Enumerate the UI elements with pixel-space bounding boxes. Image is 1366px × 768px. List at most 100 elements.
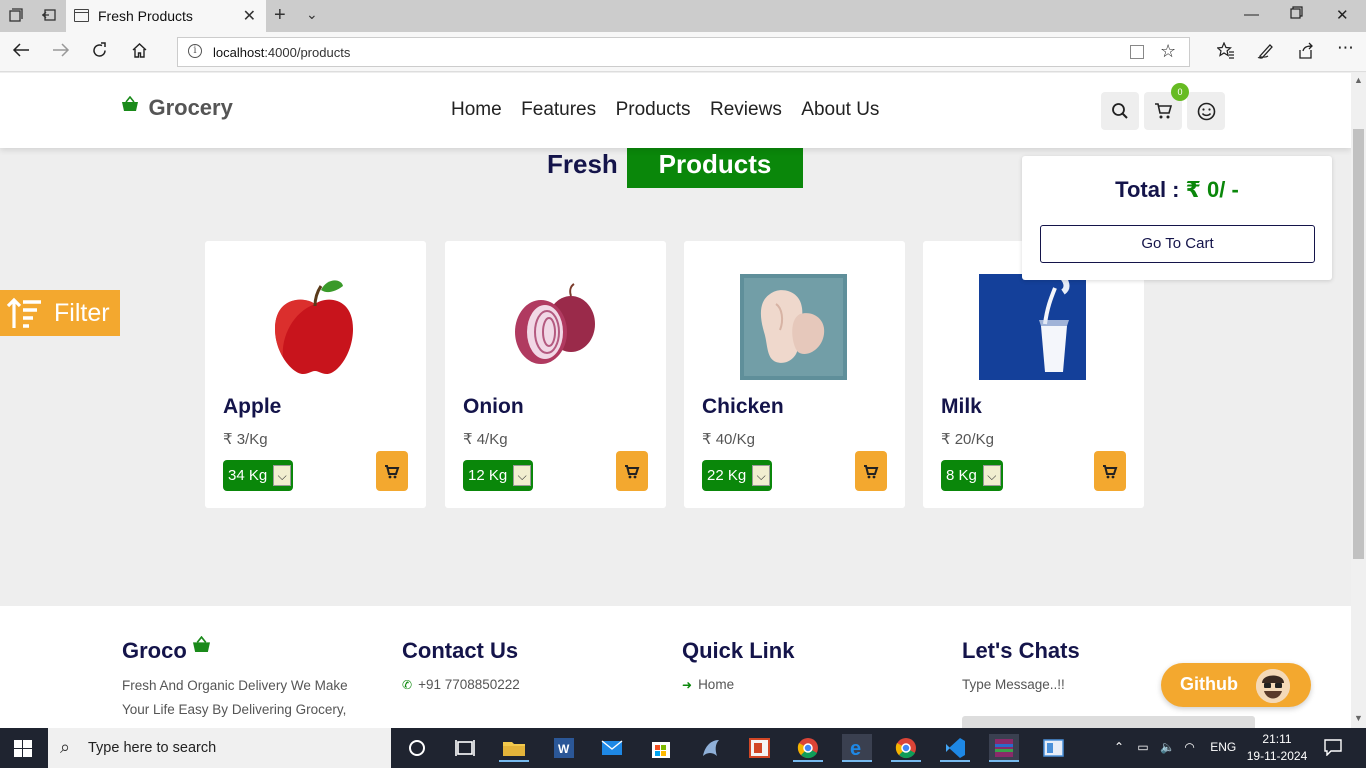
site-logo[interactable]: Grocery	[122, 95, 233, 121]
scrollbar-thumb[interactable]	[1353, 129, 1364, 559]
page-content: Grocery Home Features Products Reviews A…	[0, 73, 1351, 728]
windows-start-icon[interactable]	[14, 740, 32, 762]
chrome-profile-icon[interactable]	[891, 734, 921, 762]
svg-text:W: W	[558, 742, 570, 756]
language-indicator[interactable]: ENG	[1210, 740, 1236, 754]
taskbar-search[interactable]: ⌕ Type here to search	[48, 728, 391, 768]
nav-products[interactable]: Products	[616, 99, 691, 120]
reading-view-icon[interactable]	[1130, 45, 1144, 59]
forward-icon[interactable]	[52, 42, 70, 63]
add-to-cart-button[interactable]	[1094, 451, 1126, 491]
task-view-icon[interactable]	[450, 734, 480, 762]
page-icon	[74, 9, 89, 22]
powerpoint-icon[interactable]	[744, 734, 774, 762]
filter-button[interactable]: Filter	[0, 290, 120, 336]
go-to-cart-button[interactable]: Go To Cart	[1040, 225, 1315, 263]
arrow-right-icon: ➜	[682, 678, 693, 692]
favorite-star-icon[interactable]: ☆	[1160, 41, 1176, 62]
message-textarea[interactable]	[962, 716, 1255, 728]
new-tab-icon[interactable]: +	[274, 4, 286, 27]
product-card-onion: Onion ₹ 4/Kg 12 Kg ⌵	[445, 241, 666, 508]
volume-icon[interactable]: 🔈	[1160, 740, 1175, 754]
cortana-icon[interactable]	[402, 734, 432, 762]
product-price: ₹ 4/Kg	[463, 431, 508, 448]
total-label: Total :	[1115, 177, 1180, 202]
clock-date: 19-11-2024	[1246, 749, 1308, 763]
wifi-icon[interactable]: ◠	[1184, 740, 1194, 754]
share-icon[interactable]	[1297, 42, 1315, 64]
cart-icon	[1155, 103, 1173, 119]
milk-image	[979, 271, 1086, 380]
contact-phone[interactable]: ✆ +91 7708850222	[402, 677, 520, 692]
refresh-icon[interactable]	[91, 42, 108, 64]
tab-title: Fresh Products	[98, 8, 193, 24]
address-bar[interactable]: i localhost:4000/products ☆	[177, 37, 1190, 67]
chat-input[interactable]: Type Message..!!	[962, 677, 1080, 692]
browser-tab-bar: Fresh Products ✕ + ⌄ — ✕	[0, 0, 1366, 32]
more-options-icon[interactable]: ⋯	[1337, 38, 1354, 58]
vscode-icon[interactable]	[940, 734, 970, 762]
home-icon[interactable]	[131, 42, 148, 64]
cart-icon	[864, 465, 879, 479]
quantity-select[interactable]: 8 Kg ⌵	[941, 460, 1003, 491]
clock[interactable]: 21:11 19-11-2024	[1244, 731, 1310, 765]
add-to-cart-button[interactable]	[376, 451, 408, 491]
user-button[interactable]	[1187, 92, 1225, 130]
filter-label: Filter	[54, 299, 110, 327]
site-info-icon[interactable]: i	[188, 44, 202, 58]
set-aside-tabs-icon[interactable]	[40, 8, 56, 24]
tab-actions-icon[interactable]	[8, 8, 24, 24]
site-footer: Groco Fresh And Organic Delivery We Make…	[0, 606, 1351, 728]
quantity-select[interactable]: 12 Kg ⌵	[463, 460, 534, 491]
restore-icon[interactable]	[1290, 6, 1303, 23]
search-placeholder: Type here to search	[88, 740, 217, 756]
word-icon[interactable]: W	[548, 734, 578, 762]
favorites-icon[interactable]	[1216, 41, 1235, 64]
footer-brand: Groco	[122, 638, 187, 663]
notes-pen-icon[interactable]	[1257, 42, 1275, 64]
quantity-value: 22 Kg	[707, 467, 747, 484]
nav-home[interactable]: Home	[451, 99, 502, 120]
chevron-down-icon: ⌵	[513, 465, 532, 486]
phone-number: +91 7708850222	[418, 677, 520, 692]
dolphin-app-icon[interactable]	[695, 734, 725, 762]
back-icon[interactable]	[12, 42, 30, 63]
app-window-icon[interactable]	[1038, 734, 1068, 762]
system-tray: ⌃ ▭ 🔈 ◠ ENG	[1114, 740, 1236, 754]
github-label: Github	[1180, 674, 1238, 694]
chat-title: Let's Chats	[962, 638, 1080, 663]
cart-total: Total : ₹ 0/ -	[1022, 177, 1332, 203]
browser-tab[interactable]: Fresh Products ✕	[66, 0, 266, 32]
mail-icon[interactable]	[597, 734, 627, 762]
windows-taskbar: ⌕ Type here to search W e ⌃ ▭ 🔈 ◠ ENG 21…	[0, 728, 1366, 768]
chrome-icon[interactable]	[793, 734, 823, 762]
file-explorer-icon[interactable]	[499, 734, 529, 762]
store-icon[interactable]	[646, 734, 676, 762]
footer-contact: Contact Us ✆ +91 7708850222	[402, 638, 520, 692]
chevron-up-icon[interactable]: ⌃	[1114, 740, 1124, 754]
search-button[interactable]	[1101, 92, 1139, 130]
close-window-icon[interactable]: ✕	[1336, 6, 1349, 24]
footer-chat: Let's Chats Type Message..!!	[962, 638, 1080, 692]
battery-icon[interactable]: ▭	[1137, 740, 1148, 754]
page-scrollbar[interactable]: ▲ ▼	[1351, 73, 1366, 728]
github-button[interactable]: Github	[1161, 663, 1311, 707]
add-to-cart-button[interactable]	[616, 451, 648, 491]
scroll-down-icon[interactable]: ▼	[1354, 713, 1363, 723]
nav-reviews[interactable]: Reviews	[710, 99, 782, 120]
cart-icon	[385, 465, 400, 479]
edge-icon[interactable]: e	[842, 734, 872, 762]
quick-link-home[interactable]: ➜ Home	[682, 677, 794, 692]
notifications-icon[interactable]	[1324, 738, 1342, 761]
footer-quick-links: Quick Link ➜ Home	[682, 638, 794, 692]
winrar-icon[interactable]	[989, 734, 1019, 762]
add-to-cart-button[interactable]	[855, 451, 887, 491]
quantity-select[interactable]: 22 Kg ⌵	[702, 460, 773, 491]
quantity-select[interactable]: 34 Kg ⌵	[223, 460, 294, 491]
close-tab-icon[interactable]: ✕	[243, 6, 256, 26]
nav-features[interactable]: Features	[521, 99, 596, 120]
minimize-icon[interactable]: —	[1244, 6, 1259, 23]
nav-about-us[interactable]: About Us	[801, 99, 879, 120]
chevron-down-icon[interactable]: ⌄	[306, 6, 318, 23]
scroll-up-icon[interactable]: ▲	[1354, 75, 1363, 85]
